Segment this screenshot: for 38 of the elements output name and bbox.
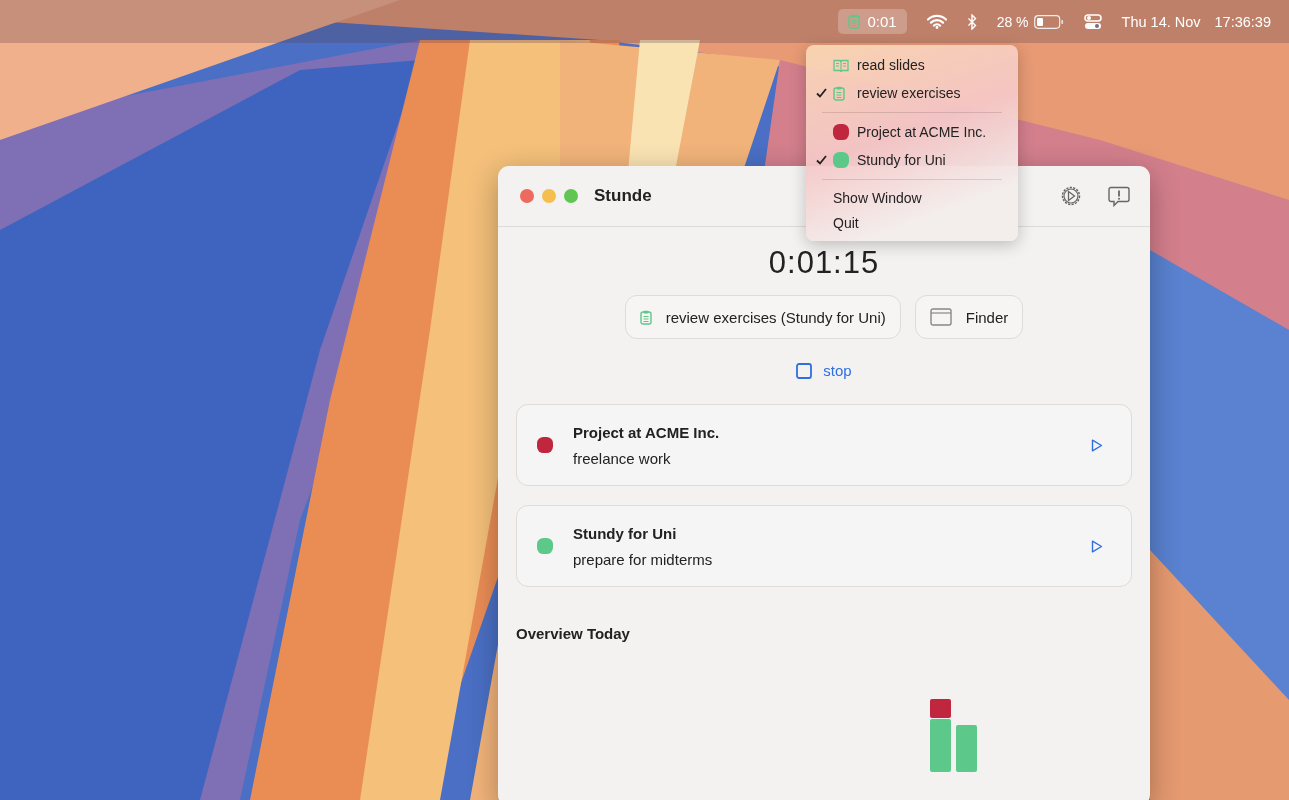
play-icon[interactable] [1091, 438, 1103, 452]
project-name: Stundy for Uni [573, 524, 678, 542]
menu-item[interactable]: read slides [857, 57, 925, 73]
bluetooth-icon[interactable] [966, 13, 977, 30]
menu-item[interactable]: Project at ACME Inc. [857, 124, 987, 140]
menubar-date: Thu 14. Nov [1121, 13, 1201, 30]
chart-bar [956, 725, 977, 772]
battery-percentage: 28 % [996, 13, 1029, 30]
wifi-icon[interactable] [926, 14, 947, 29]
project-name: Project at ACME Inc. [573, 423, 721, 441]
battery-icon[interactable] [1033, 14, 1064, 29]
menubar-clock: 17:36:39 [1214, 13, 1271, 30]
project-card[interactable]: Stundy for Uni prepare for midterms [516, 505, 1132, 587]
project-description: prepare for midterms [573, 550, 714, 568]
book-icon [833, 58, 849, 72]
menu-item[interactable]: Stundy for Uni [857, 152, 946, 168]
menu-item[interactable]: Show Window [833, 189, 922, 206]
feedback-icon[interactable] [1108, 185, 1130, 207]
menu-item[interactable]: review exercises [857, 85, 961, 101]
clipboard-icon [833, 85, 845, 101]
clipboard-icon [848, 14, 861, 29]
window-icon [929, 308, 952, 326]
project-card[interactable]: Project at ACME Inc. freelance work [516, 404, 1132, 486]
section-title: Overview Today [516, 625, 631, 642]
settings-icon[interactable] [1060, 185, 1082, 207]
play-icon[interactable] [1091, 539, 1103, 553]
control-center-icon[interactable] [1083, 13, 1102, 30]
window-title: Stunde [594, 186, 652, 206]
project-description: freelance work [573, 449, 672, 467]
close-button[interactable] [520, 189, 534, 203]
elapsed-timer: 0:01:15 [767, 245, 881, 281]
stop-icon [796, 362, 813, 379]
stop-button[interactable]: stop [790, 361, 858, 380]
task-button[interactable]: review exercises (Stundy for Uni) [624, 295, 901, 339]
app-button[interactable]: Finder [914, 295, 1024, 339]
menu-item[interactable]: Quit [833, 214, 859, 231]
clipboard-icon [639, 309, 652, 325]
zoom-button[interactable] [564, 189, 578, 203]
